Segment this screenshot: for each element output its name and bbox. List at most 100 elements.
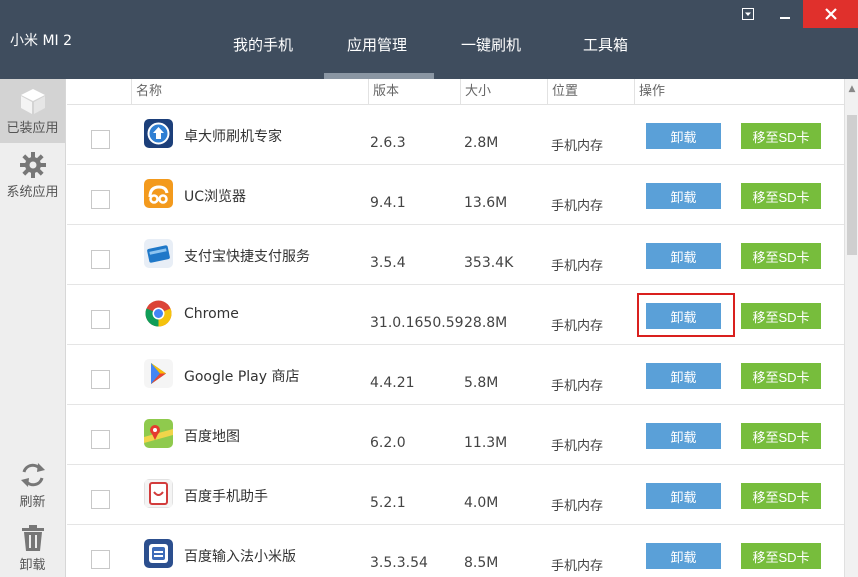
app-name: Google Play 商店	[184, 369, 300, 385]
app-size: 28.8M	[464, 315, 508, 331]
app-location: 手机内存	[551, 499, 604, 514]
table-row: UC浏览器 9.4.1 13.6M 手机内存 卸载 移至SD卡	[67, 165, 844, 225]
google-play-icon	[144, 359, 173, 388]
app-size: 11.3M	[464, 435, 508, 451]
uninstall-button[interactable]: 卸载	[646, 123, 721, 149]
move-to-sd-button[interactable]: 移至SD卡	[741, 183, 821, 209]
close-button[interactable]	[803, 0, 858, 28]
app-version: 9.4.1	[370, 195, 406, 211]
alipay-icon	[144, 239, 173, 268]
column-header-name[interactable]: 名称	[131, 79, 162, 105]
table-row: 百度输入法小米版 3.5.3.54 8.5M 手机内存 卸载 移至SD卡	[67, 525, 844, 577]
row-checkbox[interactable]	[91, 550, 110, 569]
title-bar: 小米 MI 2 我的手机 应用管理 一键刷机 工具箱	[0, 0, 858, 79]
app-version: 2.6.3	[370, 135, 406, 151]
minimize-button[interactable]	[770, 0, 800, 28]
column-header-action: 操作	[634, 79, 665, 105]
move-to-sd-button[interactable]: 移至SD卡	[741, 123, 821, 149]
row-checkbox[interactable]	[91, 490, 110, 509]
chrome-icon	[144, 299, 173, 328]
uninstall-button[interactable]: 卸载	[646, 303, 721, 329]
device-name: 小米 MI 2	[10, 33, 73, 49]
dropdown-icon	[742, 8, 754, 20]
app-size: 5.8M	[464, 375, 499, 391]
app-location: 手机内存	[551, 319, 604, 334]
sidebar-item-installed-apps[interactable]: 已装应用	[0, 79, 65, 143]
sidebar-item-system-apps[interactable]: 系统应用	[0, 143, 65, 207]
app-size: 8.5M	[464, 555, 499, 571]
app-version: 4.4.21	[370, 375, 415, 391]
column-header-size[interactable]: 大小	[460, 79, 491, 105]
baidu-map-icon	[144, 419, 173, 448]
uninstall-button[interactable]: 卸载	[646, 543, 721, 569]
app-name: 百度地图	[184, 429, 240, 445]
baidu-assistant-icon	[144, 479, 173, 508]
move-to-sd-button[interactable]: 移至SD卡	[741, 423, 821, 449]
table-row: 百度地图 6.2.0 11.3M 手机内存 卸载 移至SD卡	[67, 405, 844, 465]
tab-app-management[interactable]: 应用管理	[347, 34, 407, 55]
app-location: 手机内存	[551, 439, 604, 454]
uc-browser-icon	[144, 179, 173, 208]
tab-my-phone[interactable]: 我的手机	[233, 34, 293, 55]
scroll-up-icon[interactable]: ▲	[845, 79, 858, 99]
move-to-sd-button[interactable]: 移至SD卡	[741, 363, 821, 389]
uninstall-button[interactable]: 卸载	[646, 423, 721, 449]
column-header-location[interactable]: 位置	[547, 79, 578, 105]
sidebar-item-label: 卸载	[19, 558, 46, 573]
row-checkbox[interactable]	[91, 430, 110, 449]
app-version: 31.0.1650.59	[370, 315, 464, 331]
move-to-sd-button[interactable]: 移至SD卡	[741, 543, 821, 569]
app-version: 5.2.1	[370, 495, 406, 511]
app-location: 手机内存	[551, 379, 604, 394]
uninstall-button[interactable]: 卸载	[646, 243, 721, 269]
app-size: 353.4K	[464, 255, 514, 271]
app-location: 手机内存	[551, 559, 604, 574]
row-checkbox[interactable]	[91, 190, 110, 209]
app-name: 百度输入法小米版	[184, 549, 296, 565]
box-icon	[20, 89, 45, 114]
trash-icon	[21, 525, 44, 551]
table-row: 卓大师刷机专家 2.6.3 2.8M 手机内存 卸载 移至SD卡	[67, 105, 844, 165]
uninstall-button[interactable]: 卸载	[646, 483, 721, 509]
row-checkbox[interactable]	[91, 250, 110, 269]
column-header-version[interactable]: 版本	[368, 79, 399, 105]
refresh-icon	[20, 463, 45, 487]
row-checkbox[interactable]	[91, 370, 110, 389]
sidebar-item-label: 系统应用	[6, 185, 59, 200]
uninstall-button[interactable]: 卸载	[646, 183, 721, 209]
move-to-sd-button[interactable]: 移至SD卡	[741, 303, 821, 329]
app-size: 13.6M	[464, 195, 508, 211]
sidebar-item-label: 已装应用	[6, 121, 59, 136]
refresh-button[interactable]: 刷新	[0, 453, 65, 517]
app-name: 支付宝快捷支付服务	[184, 249, 310, 265]
row-checkbox[interactable]	[91, 310, 110, 329]
app-location: 手机内存	[551, 139, 604, 154]
uninstall-selected-button[interactable]: 卸载	[0, 516, 65, 577]
app-name: Chrome	[184, 306, 239, 322]
app-version: 3.5.3.54	[370, 555, 428, 571]
move-to-sd-button[interactable]: 移至SD卡	[741, 243, 821, 269]
vertical-scrollbar[interactable]: ▲	[844, 79, 858, 577]
app-version: 3.5.4	[370, 255, 406, 271]
tab-toolbox[interactable]: 工具箱	[583, 34, 628, 55]
table-row: Chrome 31.0.1650.59 28.8M 手机内存 卸载 移至SD卡	[67, 285, 844, 345]
sidebar: 已装应用 系统应用 刷新 卸载	[0, 79, 66, 577]
app-location: 手机内存	[551, 259, 604, 274]
app-name: 卓大师刷机专家	[184, 129, 282, 145]
app-version: 6.2.0	[370, 435, 406, 451]
app-size: 4.0M	[464, 495, 499, 511]
tab-one-click-flash[interactable]: 一键刷机	[461, 34, 521, 55]
zhuodashi-icon	[144, 119, 173, 148]
row-checkbox[interactable]	[91, 130, 110, 149]
table-row: Google Play 商店 4.4.21 5.8M 手机内存 卸载 移至SD卡	[67, 345, 844, 405]
minimize-icon	[780, 17, 790, 19]
uninstall-button[interactable]: 卸载	[646, 363, 721, 389]
scroll-thumb[interactable]	[847, 115, 857, 255]
app-size: 2.8M	[464, 135, 499, 151]
app-location: 手机内存	[551, 199, 604, 214]
move-to-sd-button[interactable]: 移至SD卡	[741, 483, 821, 509]
window-menu-button[interactable]	[736, 0, 760, 28]
close-icon	[824, 8, 837, 20]
app-name: 百度手机助手	[184, 489, 268, 505]
table-row: 百度手机助手 5.2.1 4.0M 手机内存 卸载 移至SD卡	[67, 465, 844, 525]
